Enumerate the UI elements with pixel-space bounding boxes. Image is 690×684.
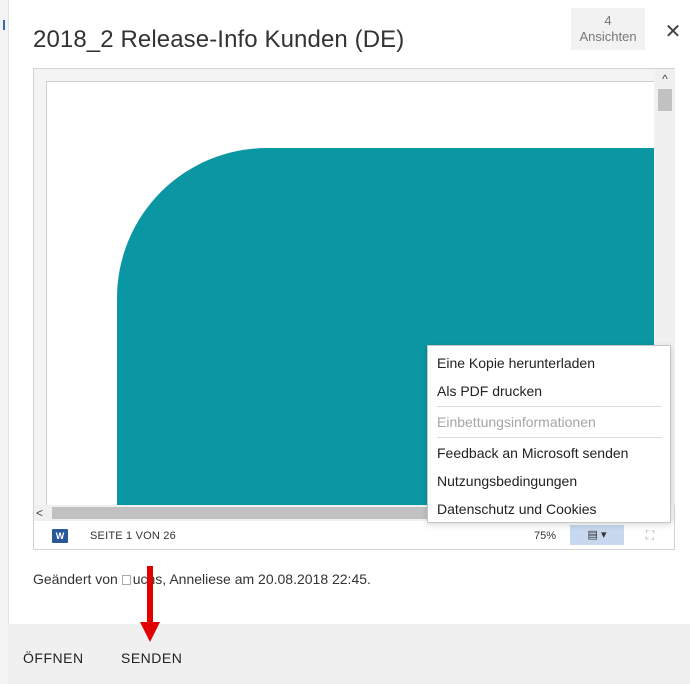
page-indicator: SEITE 1 VON 26 [90, 530, 176, 542]
dialog-footer: ÖFFNEN SENDEN [8, 624, 690, 684]
views-counter: 4 Ansichten [571, 8, 645, 50]
viewer-options-menu: Eine Kopie herunterladen Als PDF drucken… [427, 345, 671, 523]
menu-item-privacy[interactable]: Datenschutz und Cookies [428, 495, 670, 523]
scroll-left-icon[interactable]: < [36, 505, 50, 521]
background-panel-edge [0, 0, 8, 684]
red-arrow-shaft [147, 566, 153, 624]
menu-item-download-copy[interactable]: Eine Kopie herunterladen [428, 349, 670, 377]
modified-details: uchs, Anneliese am 20.08.2018 22:45. [132, 571, 371, 587]
horizontal-scroll-thumb[interactable] [52, 507, 432, 519]
views-label: Ansichten [579, 29, 637, 44]
send-button[interactable]: SENDEN [121, 650, 182, 666]
modified-prefix: Geändert von [33, 571, 118, 587]
dialog-title: 2018_2 Release-Info Kunden (DE) [33, 26, 405, 53]
fullscreen-icon[interactable]: ⛶ [642, 527, 658, 543]
red-arrow-head [140, 622, 160, 642]
menu-item-embed-info: Einbettungsinformationen [437, 414, 596, 430]
modified-info: Geändert von uchs, Anneliese am 20.08.20… [33, 571, 371, 587]
word-icon: W [52, 529, 68, 543]
file-preview-dialog: 2018_2 Release-Info Kunden (DE) 4 Ansich… [8, 0, 690, 684]
vertical-scroll-thumb[interactable] [658, 89, 672, 111]
red-arrow-annotation [140, 566, 160, 642]
menu-item-terms[interactable]: Nutzungsbedingungen [428, 467, 670, 495]
view-options-button[interactable]: ▤ ▾ [570, 525, 624, 545]
menu-divider [437, 437, 662, 438]
menu-item-print-pdf[interactable]: Als PDF drucken [428, 377, 670, 405]
menu-divider [437, 406, 662, 407]
menu-item-feedback[interactable]: Feedback an Microsoft senden [428, 439, 670, 467]
scroll-up-icon[interactable]: ^ [655, 69, 675, 87]
missing-glyph-box [121, 575, 131, 585]
background-link-fragment [3, 20, 5, 30]
close-icon[interactable]: ✕ [659, 18, 687, 46]
viewer-status-bar: W SEITE 1 VON 26 75% ▤ ▾ ⛶ [34, 521, 674, 549]
open-button[interactable]: ÖFFNEN [23, 650, 84, 666]
zoom-level: 75% [534, 530, 557, 542]
views-count: 4 [604, 13, 612, 28]
